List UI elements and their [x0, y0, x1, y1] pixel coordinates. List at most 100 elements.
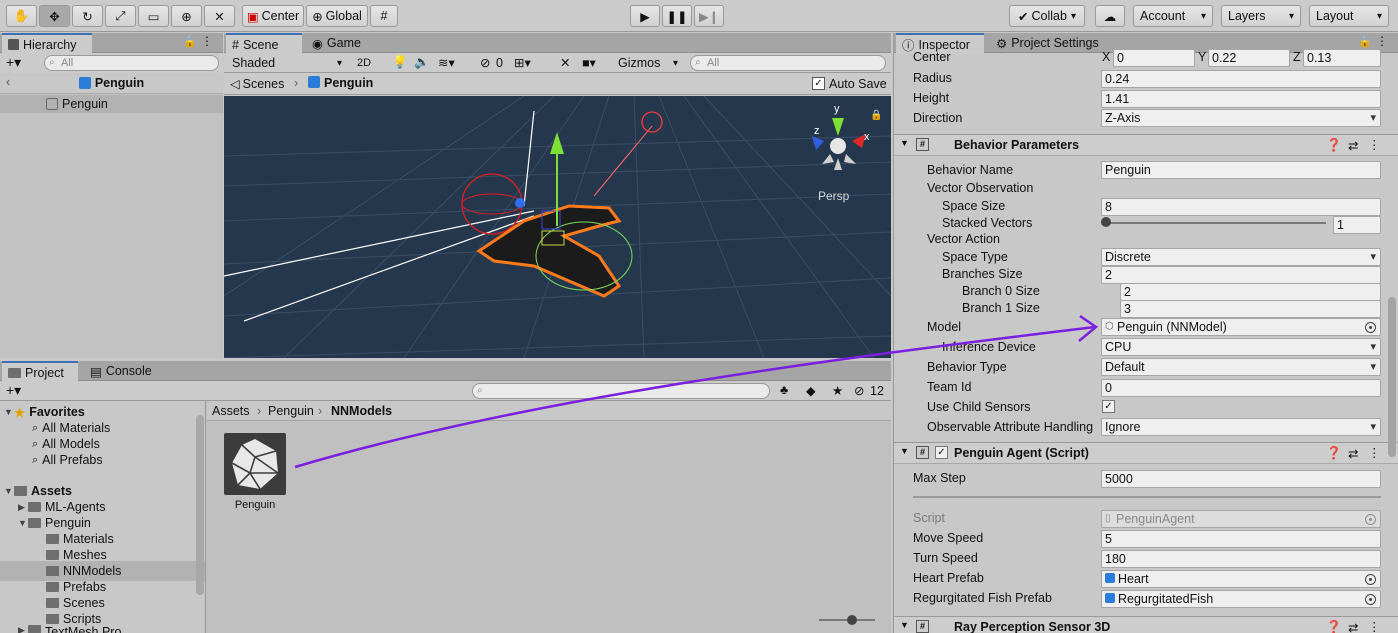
- center-y-field[interactable]: 0.22: [1208, 49, 1290, 67]
- foldout-icon[interactable]: ▼: [900, 620, 909, 630]
- behavior-type-dropdown[interactable]: Default: [1101, 358, 1381, 376]
- move-tool-icon[interactable]: ✥: [39, 5, 70, 27]
- lock-icon[interactable]: 🔒: [183, 35, 197, 48]
- account-dropdown[interactable]: Account ▾: [1133, 5, 1213, 27]
- favorite-icon[interactable]: ★: [832, 383, 843, 398]
- space-type-dropdown[interactable]: Discrete: [1101, 248, 1381, 266]
- inspector-scrollbar[interactable]: [1388, 297, 1396, 457]
- component-enabled-checkbox[interactable]: ✓: [935, 446, 948, 459]
- component-menu-icon[interactable]: ⋮: [1368, 619, 1381, 633]
- observable-handling-dropdown[interactable]: Ignore: [1101, 418, 1381, 436]
- height-field[interactable]: 1.41: [1101, 90, 1381, 108]
- scene-header[interactable]: ‹ Penguin: [0, 73, 223, 94]
- object-picker-icon[interactable]: [1365, 574, 1376, 585]
- rotate-tool-icon[interactable]: ↻: [72, 5, 103, 27]
- stacked-vectors-slider[interactable]: [1104, 222, 1326, 224]
- space-size-field[interactable]: 8: [1101, 198, 1381, 216]
- layout-dropdown[interactable]: Layout ▾: [1309, 5, 1389, 27]
- preset-icon[interactable]: ⇄: [1348, 446, 1358, 461]
- gizmos-dropdown[interactable]: Gizmos ▾: [616, 54, 680, 72]
- branch-1-size-field[interactable]: 3: [1120, 300, 1381, 318]
- auto-save-checkbox[interactable]: ✓: [812, 77, 825, 90]
- heart-prefab-field[interactable]: Heart: [1101, 570, 1381, 588]
- center-z-field[interactable]: 0.13: [1303, 49, 1381, 67]
- nnmodel-asset-thumbnail[interactable]: [224, 433, 286, 495]
- kebab-menu-icon[interactable]: ⋮: [1376, 34, 1388, 48]
- model-object-field[interactable]: ⬡ Penguin (NNModel): [1101, 318, 1381, 336]
- stacked-vectors-field[interactable]: 1: [1333, 216, 1381, 234]
- scene-search-input[interactable]: ⌕ All: [690, 55, 886, 71]
- tree-cut-item[interactable]: ▶ TextMesh Pro: [0, 625, 205, 633]
- lock-icon[interactable]: 🔒: [1358, 35, 1372, 48]
- foldout-icon[interactable]: ▼: [900, 446, 909, 456]
- preset-icon[interactable]: ⇄: [1348, 620, 1358, 633]
- scale-tool-icon[interactable]: ⤢: [105, 5, 136, 27]
- layers-dropdown[interactable]: Layers ▾: [1221, 5, 1301, 27]
- tab-game[interactable]: ◉ Game: [306, 33, 372, 53]
- persp-label[interactable]: Persp: [818, 189, 850, 203]
- lighting-icon[interactable]: 💡: [392, 55, 408, 70]
- effects-icon[interactable]: ≋▾: [438, 55, 455, 70]
- hand-tool-icon[interactable]: ✋: [6, 5, 37, 27]
- scenes-breadcrumb-link[interactable]: ◁ Scenes: [230, 76, 284, 91]
- breadcrumb-nnmodels[interactable]: NNModels: [331, 404, 392, 418]
- help-icon[interactable]: ❓: [1326, 620, 1342, 633]
- gizmo-lock-icon[interactable]: 🔒: [870, 109, 882, 121]
- stacked-vectors-slider-thumb[interactable]: [1101, 217, 1111, 227]
- help-icon[interactable]: ❓: [1326, 446, 1342, 461]
- audio-icon[interactable]: 🔈: [414, 55, 430, 70]
- tab-console[interactable]: ▤ Console: [84, 361, 160, 381]
- snap-icon[interactable]: #: [370, 5, 398, 27]
- inference-device-dropdown[interactable]: CPU: [1101, 338, 1381, 356]
- move-speed-field[interactable]: 5: [1101, 530, 1381, 548]
- hierarchy-item[interactable]: Penguin: [0, 95, 223, 113]
- step-icon[interactable]: ▶❙: [694, 5, 724, 27]
- tab-hierarchy[interactable]: Hierarchy: [2, 33, 92, 54]
- component-menu-icon[interactable]: ⋮: [1368, 445, 1381, 460]
- z-axis-handle[interactable]: [515, 198, 525, 208]
- shading-dropdown[interactable]: Shaded ▾: [228, 54, 346, 72]
- help-icon[interactable]: ❓: [1326, 138, 1342, 153]
- pivot-center-button[interactable]: ▣ Center: [242, 5, 304, 27]
- mode-2d-button[interactable]: 2D: [354, 54, 374, 72]
- camera-icon[interactable]: ■▾: [582, 55, 596, 70]
- kebab-menu-icon[interactable]: ⋮: [201, 34, 213, 48]
- tree-scrollbar[interactable]: [196, 415, 204, 595]
- breadcrumb-penguin[interactable]: Penguin: [268, 404, 314, 418]
- component-menu-icon[interactable]: ⋮: [1368, 137, 1381, 152]
- asset-label[interactable]: Penguin: [219, 499, 291, 511]
- project-search-input[interactable]: ⌕: [472, 383, 770, 399]
- scene-viewport[interactable]: y x z Persp 🔒: [224, 96, 891, 358]
- object-picker-icon[interactable]: [1365, 322, 1376, 333]
- team-id-field[interactable]: 0: [1101, 379, 1381, 397]
- tools-icon[interactable]: ✕: [560, 55, 570, 70]
- breadcrumb-assets[interactable]: Assets: [212, 404, 250, 418]
- cloud-icon[interactable]: ☁: [1095, 5, 1125, 27]
- play-icon[interactable]: ▶: [630, 5, 660, 27]
- transform-tool-icon[interactable]: ⊕: [171, 5, 202, 27]
- tab-project-settings[interactable]: ⚙ Project Settings: [990, 33, 1110, 53]
- space-global-button[interactable]: ⊕ Global: [306, 5, 368, 27]
- custom-tool-icon[interactable]: ✕: [204, 5, 235, 27]
- gizmo-center[interactable]: [830, 138, 846, 154]
- current-scene-link[interactable]: Penguin: [308, 76, 373, 90]
- back-icon[interactable]: ‹: [6, 75, 10, 89]
- tab-project[interactable]: Project: [2, 361, 78, 382]
- max-step-field[interactable]: 5000: [1101, 470, 1381, 488]
- direction-dropdown[interactable]: Z-Axis: [1101, 109, 1381, 127]
- collab-dropdown[interactable]: ✔ Collab ▾: [1009, 5, 1085, 27]
- pause-icon[interactable]: ❚❚: [662, 5, 692, 27]
- use-child-sensors-checkbox[interactable]: ✓: [1102, 400, 1115, 413]
- tree-fav-item[interactable]: ⌕ All Prefabs: [0, 450, 205, 470]
- ray-perception-header[interactable]: ▼ # Ray Perception Sensor 3D ❓ ⇄ ⋮: [894, 616, 1398, 633]
- object-picker-icon[interactable]: [1365, 594, 1376, 605]
- tab-scene[interactable]: # Scene: [226, 33, 302, 54]
- hidden-packages-icon[interactable]: ⊘: [854, 383, 864, 398]
- center-x-field[interactable]: 0: [1113, 49, 1195, 67]
- behavior-parameters-header[interactable]: ▼ # Behavior Parameters ❓ ⇄ ⋮: [894, 134, 1398, 156]
- hierarchy-search-input[interactable]: ⌕ All: [44, 55, 219, 71]
- icon-size-slider-thumb[interactable]: [847, 615, 857, 625]
- preset-icon[interactable]: ⇄: [1348, 138, 1358, 153]
- branches-size-field[interactable]: 2: [1101, 266, 1381, 284]
- add-icon[interactable]: +▾: [6, 54, 21, 71]
